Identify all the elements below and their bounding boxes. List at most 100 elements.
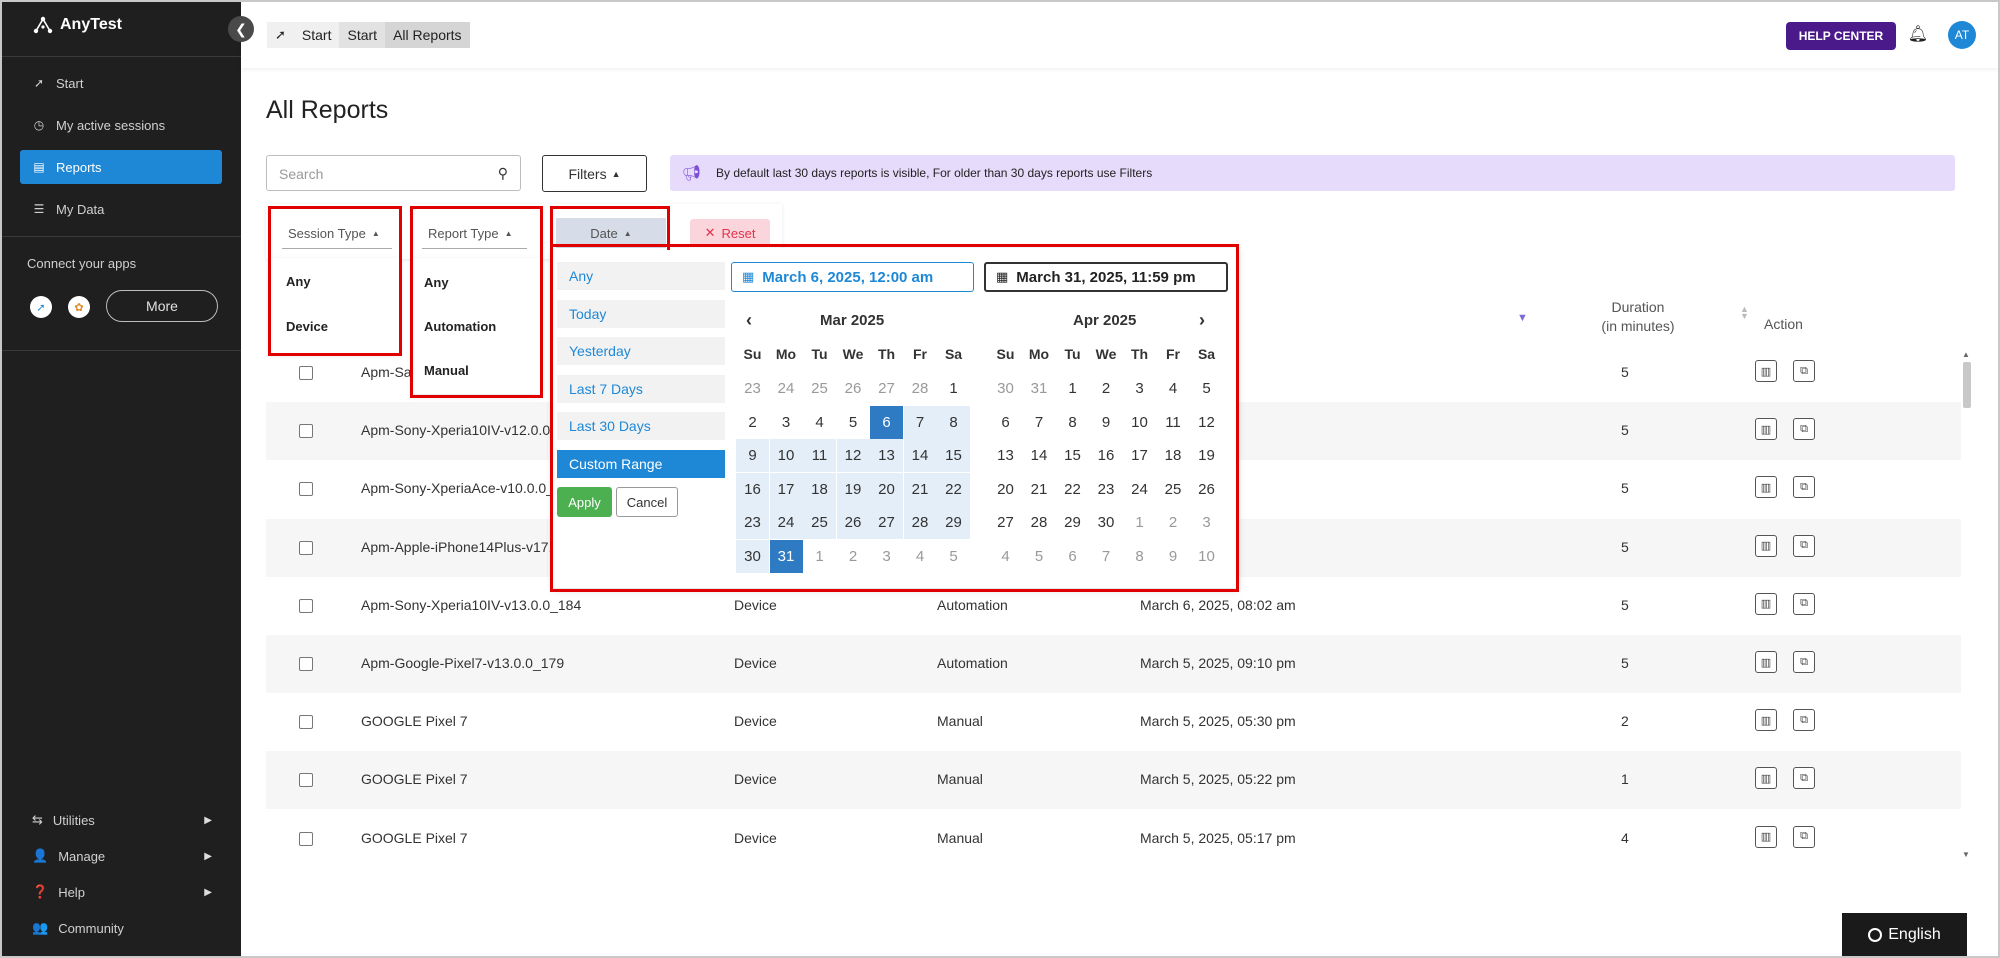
sidebar-item-start[interactable]: ➚ Start — [20, 66, 222, 100]
calendar-day[interactable]: 20 — [870, 472, 903, 506]
row-checkbox[interactable] — [299, 424, 313, 439]
row-checkbox[interactable] — [299, 482, 313, 497]
calendar-day[interactable]: 5 — [837, 406, 870, 439]
calendar-day[interactable]: 1 — [803, 540, 836, 573]
calendar-day[interactable]: 1 — [937, 372, 970, 405]
calendar-day[interactable]: 15 — [937, 439, 970, 473]
breadcrumb-start[interactable]: Start — [294, 22, 340, 48]
copy-icon[interactable]: ⧉ — [1793, 592, 1815, 615]
calendar-day[interactable]: 29 — [937, 506, 970, 540]
calendar-day[interactable]: 25 — [803, 506, 836, 540]
calendar-day[interactable]: 9 — [736, 439, 769, 473]
calendar-day[interactable]: 21 — [903, 472, 937, 506]
calendar-day[interactable]: 22 — [937, 472, 970, 506]
calendar-day[interactable]: 10 — [1190, 540, 1223, 573]
end-date-input[interactable]: ▦ March 31, 2025, 11:59 pm — [984, 262, 1228, 292]
start-date-input[interactable]: ▦ March 6, 2025, 12:00 am — [731, 262, 974, 292]
calendar-day[interactable]: 24 — [769, 506, 803, 540]
report-type-dropdown[interactable]: Report Type ▲ — [428, 226, 513, 241]
calendar-day[interactable]: 25 — [803, 372, 836, 405]
prev-month-icon[interactable]: ‹ — [746, 310, 752, 331]
calendar-day[interactable]: 27 — [870, 506, 903, 540]
copy-icon[interactable]: ⧉ — [1793, 709, 1815, 732]
calendar-day[interactable]: 9 — [1090, 406, 1123, 439]
row-checkbox[interactable] — [299, 715, 313, 730]
calendar-day[interactable]: 27 — [870, 372, 903, 405]
apply-button[interactable]: Apply — [557, 487, 612, 517]
calendar-day[interactable]: 8 — [1123, 540, 1156, 573]
calendar-day[interactable]: 7 — [1023, 406, 1056, 439]
calendar-day[interactable]: 15 — [1056, 439, 1089, 472]
sidebar-item-manage[interactable]: 👤 Manage ▶ — [32, 844, 212, 868]
copy-icon[interactable]: ⧉ — [1793, 651, 1815, 673]
calendar-day[interactable]: 2 — [1157, 506, 1190, 539]
cancel-button[interactable]: Cancel — [616, 487, 678, 517]
next-month-icon[interactable]: › — [1199, 310, 1205, 331]
calendar-day[interactable]: 20 — [989, 473, 1022, 506]
copy-icon[interactable]: ⧉ — [1793, 825, 1815, 848]
table-scrollbar[interactable]: ▲ ▼ — [1962, 350, 1972, 862]
bar-chart-icon[interactable]: ▥ — [1755, 476, 1777, 499]
calendar-day[interactable]: 8 — [937, 405, 970, 439]
bar-chart-icon[interactable]: ▥ — [1755, 592, 1777, 615]
sidebar-item-help[interactable]: ❓ Help ▶ — [32, 880, 212, 904]
sort-desc-icon[interactable]: ▼ — [1517, 312, 1528, 324]
calendar-day[interactable]: 24 — [770, 372, 803, 405]
calendar-day[interactable]: 30 — [736, 540, 769, 573]
row-checkbox[interactable] — [299, 598, 313, 613]
session-type-option-any[interactable]: Any — [286, 274, 311, 289]
calendar-day[interactable]: 16 — [736, 472, 769, 506]
calendar-day[interactable]: 3 — [770, 406, 803, 439]
calendar-day[interactable]: 18 — [1157, 439, 1190, 472]
calendar-day[interactable]: 4 — [904, 540, 937, 573]
range-option-today[interactable]: Today — [557, 300, 725, 328]
sidebar-item-reports[interactable]: ▤ Reports — [20, 150, 222, 184]
bar-chart-icon[interactable]: ▥ — [1755, 651, 1777, 673]
calendar-day[interactable]: 11 — [1157, 406, 1190, 439]
calendar-day[interactable]: 30 — [1090, 506, 1123, 539]
range-option-yesterday[interactable]: Yesterday — [557, 337, 725, 365]
calendar-day[interactable]: 3 — [870, 540, 903, 573]
calendar-day[interactable]: 25 — [1157, 473, 1190, 506]
scroll-up-icon[interactable]: ▲ — [1962, 350, 1970, 359]
filters-button[interactable]: Filters ▲ — [542, 155, 647, 192]
sidebar-item-community[interactable]: 👥 Community — [32, 916, 212, 940]
calendar-day[interactable]: 31 — [769, 540, 803, 573]
app-logo[interactable]: AnyTest — [32, 16, 122, 34]
bar-chart-icon[interactable]: ▥ — [1755, 418, 1777, 441]
row-checkbox[interactable] — [299, 831, 313, 846]
calendar-day[interactable]: 10 — [769, 439, 803, 473]
date-dropdown[interactable]: Date ▲ — [556, 218, 666, 248]
calendar-day[interactable]: 23 — [736, 372, 769, 405]
bar-chart-icon[interactable]: ▥ — [1755, 360, 1777, 382]
bell-icon[interactable]: 🔔︎ — [1908, 24, 1928, 44]
calendar-day[interactable]: 2 — [1090, 372, 1123, 405]
calendar-day[interactable]: 28 — [903, 506, 937, 540]
calendar-day[interactable]: 17 — [1123, 439, 1156, 472]
bar-chart-icon[interactable]: ▥ — [1755, 709, 1777, 732]
calendar-day[interactable]: 16 — [1090, 439, 1123, 472]
calendar-day[interactable]: 28 — [1023, 506, 1056, 539]
calendar-day[interactable]: 26 — [837, 372, 870, 405]
search-icon[interactable]: ⚲ — [498, 165, 508, 182]
calendar-day[interactable]: 2 — [837, 540, 870, 573]
calendar-day[interactable]: 29 — [1056, 506, 1089, 539]
range-option-last-7-days[interactable]: Last 7 Days — [557, 375, 725, 403]
calendar-day[interactable]: 12 — [836, 439, 870, 473]
calendar-day[interactable]: 4 — [1157, 372, 1190, 405]
calendar-day[interactable]: 3 — [1190, 506, 1223, 539]
calendar-day[interactable]: 23 — [1090, 473, 1123, 506]
calendar-day[interactable]: 27 — [989, 506, 1022, 539]
calendar-day[interactable]: 19 — [836, 472, 870, 506]
scrollbar-thumb[interactable] — [1963, 362, 1971, 408]
calendar-day[interactable]: 30 — [989, 372, 1022, 405]
calendar-day[interactable]: 8 — [1056, 406, 1089, 439]
range-option-any[interactable]: Any — [557, 262, 725, 290]
calendar-day[interactable]: 5 — [1023, 540, 1056, 573]
calendar-day[interactable]: 23 — [736, 506, 769, 540]
sidebar-item-my-data[interactable]: ☰ My Data — [20, 192, 222, 226]
calendar-day[interactable]: 14 — [903, 439, 937, 473]
calendar-day[interactable]: 17 — [769, 472, 803, 506]
row-checkbox[interactable] — [299, 540, 313, 555]
breadcrumb-all-reports[interactable]: All Reports — [385, 22, 470, 48]
